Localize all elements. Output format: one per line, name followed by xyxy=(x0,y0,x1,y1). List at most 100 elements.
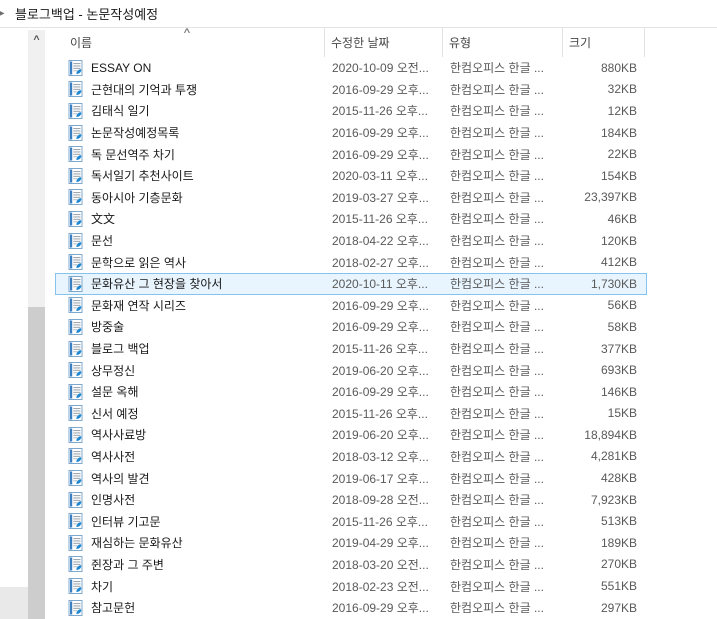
file-type-cell: 한컴오피스 한글 ... xyxy=(450,255,544,270)
file-row[interactable]: 김태식 일기 2015-11-26 오후... 한컴오피스 한글 ... 12K… xyxy=(55,100,647,122)
file-type-cell: 한컴오피스 한글 ... xyxy=(450,169,544,184)
file-name-label: 문선 xyxy=(91,234,114,249)
hwp-document-icon xyxy=(68,254,83,271)
file-size-cell: 12KB xyxy=(607,103,637,118)
file-row[interactable]: 문화유산 그 현장을 찾아서 2020-10-11 오후... 한컴오피스 한글… xyxy=(55,272,647,295)
file-name-label: 역사의 발견 xyxy=(91,471,150,486)
file-name-cell: 문화재 연작 시리즈 xyxy=(56,297,326,314)
file-date-cell: 2020-10-09 오전... xyxy=(332,61,429,76)
file-name-label: 참고문헌 xyxy=(91,601,136,616)
scrollbar-up-arrow-icon[interactable]: ∧ xyxy=(24,30,50,46)
file-name-label: ESSAY ON xyxy=(91,60,152,75)
file-type-cell: 한컴오피스 한글 ... xyxy=(450,471,544,486)
file-type-cell: 한컴오피스 한글 ... xyxy=(450,536,544,551)
file-size-cell: 412KB xyxy=(600,255,637,270)
file-date-cell: 2019-03-27 오후... xyxy=(332,190,429,205)
file-size-cell: 7,923KB xyxy=(590,492,637,507)
file-row[interactable]: 논문작성예정목록 2016-09-29 오후... 한컴오피스 한글 ... 1… xyxy=(55,122,647,144)
file-row[interactable]: 상무정신 2019-06-20 오후... 한컴오피스 한글 ... 693KB xyxy=(55,359,647,381)
file-size-cell: 4,281KB xyxy=(590,449,637,464)
file-row[interactable]: 독 문선역주 차기 2016-09-29 오후... 한컴오피스 한글 ... … xyxy=(55,143,647,165)
file-name-label: 인명사전 xyxy=(91,493,136,508)
file-row[interactable]: ESSAY ON 2020-10-09 오전... 한컴오피스 한글 ... 8… xyxy=(55,57,647,79)
file-row[interactable]: 문학으로 읽은 역사 2018-02-27 오후... 한컴오피스 한글 ...… xyxy=(55,251,647,273)
file-date-cell: 2015-11-26 오후... xyxy=(332,104,428,119)
hwp-document-icon xyxy=(68,146,83,163)
file-row[interactable]: 동아시아 기층문화 2019-03-27 오후... 한컴오피스 한글 ... … xyxy=(55,187,647,209)
file-size-cell: 146KB xyxy=(600,384,637,399)
file-name-cell: 인명사전 xyxy=(56,491,326,508)
breadcrumb-chevron-icon[interactable]: ▸ xyxy=(0,8,8,19)
file-row[interactable]: 文文 2015-11-26 오후... 한컴오피스 한글 ... 46KB xyxy=(55,208,647,230)
column-header-date-modified[interactable]: 수정한 날짜 xyxy=(325,28,443,57)
hwp-document-icon xyxy=(68,210,83,227)
file-row[interactable]: 재심하는 문화유산 2019-04-29 오후... 한컴오피스 한글 ... … xyxy=(55,532,647,554)
file-type-cell: 한컴오피스 한글 ... xyxy=(450,277,544,292)
file-name-cell: 독 문선역주 차기 xyxy=(56,146,326,163)
file-name-label: 동아시아 기층문화 xyxy=(91,190,183,205)
file-name-label: 논문작성예정목록 xyxy=(91,126,180,141)
file-date-cell: 2018-02-23 오전... xyxy=(332,579,429,594)
scrollbar-thumb[interactable] xyxy=(28,307,45,619)
file-date-cell: 2016-09-29 오후... xyxy=(332,320,429,335)
file-size-cell: 513KB xyxy=(600,514,637,529)
column-header-size[interactable]: 크기 xyxy=(563,28,645,57)
file-name-cell: 쥔장과 그 주변 xyxy=(56,556,326,573)
file-name-cell: 김태식 일기 xyxy=(56,102,326,119)
file-type-cell: 한컴오피스 한글 ... xyxy=(450,212,544,227)
file-date-cell: 2018-03-12 오후... xyxy=(332,449,429,464)
file-size-cell: 22KB xyxy=(607,147,637,162)
file-row[interactable]: 독서일기 추천사이트 2020-03-11 오후... 한컴오피스 한글 ...… xyxy=(55,165,647,187)
file-row[interactable]: 참고문헌 2016-09-29 오후... 한컴오피스 한글 ... 297KB xyxy=(55,597,647,619)
file-row[interactable]: 문선 2018-04-22 오후... 한컴오피스 한글 ... 120KB xyxy=(55,230,647,252)
hwp-document-icon xyxy=(68,275,83,292)
file-size-cell: 377KB xyxy=(600,341,637,356)
file-row[interactable]: 인터뷰 기고문 2015-11-26 오후... 한컴오피스 한글 ... 51… xyxy=(55,510,647,532)
file-name-cell: 방중술 xyxy=(56,318,326,335)
hwp-document-icon xyxy=(68,340,83,357)
hwp-document-icon xyxy=(68,491,83,508)
file-name-label: 설문 옥해 xyxy=(91,385,139,400)
file-type-cell: 한컴오피스 한글 ... xyxy=(450,61,544,76)
file-date-cell: 2019-06-20 오후... xyxy=(332,363,429,378)
file-size-cell: 120KB xyxy=(600,233,637,248)
hwp-document-icon xyxy=(68,513,83,530)
file-name-cell: 참고문헌 xyxy=(56,599,326,616)
file-row[interactable]: 신서 예정 2015-11-26 오후... 한컴오피스 한글 ... 15KB xyxy=(55,403,647,425)
file-row[interactable]: 블로그 백업 2015-11-26 오후... 한컴오피스 한글 ... 377… xyxy=(55,338,647,360)
file-row[interactable]: 역사사전 2018-03-12 오후... 한컴오피스 한글 ... 4,281… xyxy=(55,446,647,468)
file-type-cell: 한컴오피스 한글 ... xyxy=(450,363,544,378)
file-row[interactable]: 차기 2018-02-23 오전... 한컴오피스 한글 ... 551KB xyxy=(55,575,647,597)
hwp-document-icon xyxy=(68,318,83,335)
file-name-cell: 블로그 백업 xyxy=(56,340,326,357)
file-size-cell: 56KB xyxy=(607,298,637,313)
file-name-cell: 문선 xyxy=(56,232,326,249)
breadcrumb: ▸ 블로그백업 - 논문작성예정 xyxy=(0,0,717,28)
file-row[interactable]: 쥔장과 그 주변 2018-03-20 오전... 한컴오피스 한글 ... 2… xyxy=(55,554,647,576)
hwp-document-icon xyxy=(68,59,83,76)
file-type-cell: 한컴오피스 한글 ... xyxy=(450,342,544,357)
file-name-label: 역사사전 xyxy=(91,449,136,464)
file-date-cell: 2016-09-29 오후... xyxy=(332,82,429,97)
file-name-label: 문학으로 읽은 역사 xyxy=(91,255,186,270)
file-size-cell: 32KB xyxy=(607,82,637,97)
file-name-cell: 역사사료방 xyxy=(56,426,326,443)
file-row[interactable]: 설문 옥해 2016-09-29 오후... 한컴오피스 한글 ... 146K… xyxy=(55,381,647,403)
file-row[interactable]: 인명사전 2018-09-28 오전... 한컴오피스 한글 ... 7,923… xyxy=(55,489,647,511)
file-size-cell: 693KB xyxy=(600,363,637,378)
file-type-cell: 한컴오피스 한글 ... xyxy=(450,298,544,313)
file-name-cell: 차기 xyxy=(56,578,326,595)
file-row[interactable]: 역사의 발견 2019-06-17 오후... 한컴오피스 한글 ... 428… xyxy=(55,467,647,489)
nav-pane-scrollbar[interactable]: ∧ xyxy=(28,30,45,619)
file-name-label: 독서일기 추천사이트 xyxy=(91,169,194,184)
file-row[interactable]: 방중술 2016-09-29 오후... 한컴오피스 한글 ... 58KB xyxy=(55,316,647,338)
file-date-cell: 2016-09-29 오후... xyxy=(332,126,429,141)
column-header-type[interactable]: 유형 xyxy=(443,28,563,57)
file-row[interactable]: 근현대의 기억과 투쟁 2016-09-29 오후... 한컴오피스 한글 ..… xyxy=(55,79,647,101)
file-list: ∧ 이름 수정한 날짜 유형 크기 ESSAY ON 2020-10-09 오전… xyxy=(55,27,647,619)
file-name-label: 역사사료방 xyxy=(91,428,147,443)
file-row[interactable]: 문화재 연작 시리즈 2016-09-29 오후... 한컴오피스 한글 ...… xyxy=(55,295,647,317)
file-row[interactable]: 역사사료방 2019-06-20 오후... 한컴오피스 한글 ... 18,8… xyxy=(55,424,647,446)
hwp-document-icon xyxy=(68,383,83,400)
file-date-cell: 2015-11-26 오후... xyxy=(332,514,428,529)
